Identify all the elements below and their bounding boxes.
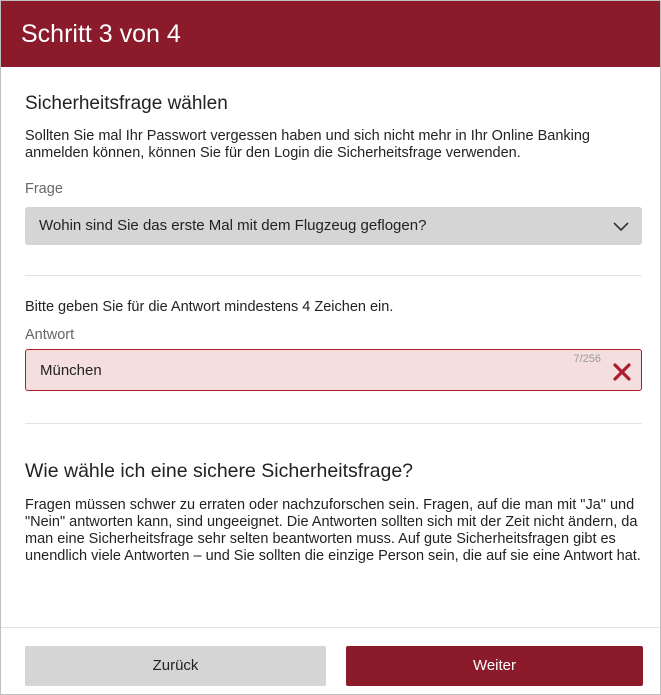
- step-header: Schritt 3 von 4: [1, 1, 660, 67]
- back-button[interactable]: Zurück: [25, 646, 326, 686]
- section-title: Sicherheitsfrage wählen: [25, 93, 228, 114]
- divider: [25, 423, 642, 424]
- answer-field: 7/256: [25, 349, 642, 391]
- help-text: Fragen müssen schwer zu erraten oder nac…: [25, 497, 641, 564]
- intro-text: Sollten Sie mal Ihr Passwort vergessen h…: [25, 128, 590, 161]
- answer-input[interactable]: [40, 350, 520, 390]
- footer-actions: Zurück Weiter: [1, 627, 660, 695]
- chevron-down-icon: [613, 222, 629, 232]
- answer-label: Antwort: [25, 327, 75, 343]
- answer-hint: Bitte geben Sie für die Antwort mindeste…: [25, 299, 394, 315]
- step-title: Schritt 3 von 4: [21, 20, 181, 48]
- divider: [25, 275, 642, 276]
- question-selected-value: Wohin sind Sie das erste Mal mit dem Flu…: [39, 217, 427, 234]
- character-counter: 7/256: [573, 353, 601, 365]
- step-dialog: Schritt 3 von 4 Sicherheitsfrage wählen …: [0, 0, 661, 695]
- question-label: Frage: [25, 181, 63, 197]
- next-button[interactable]: Weiter: [346, 646, 643, 686]
- form-content: Sicherheitsfrage wählen Sollten Sie mal …: [1, 93, 660, 565]
- question-select[interactable]: Wohin sind Sie das erste Mal mit dem Flu…: [25, 207, 642, 245]
- close-icon[interactable]: [612, 362, 632, 382]
- help-title: Wie wähle ich eine sichere Sicherheitsfr…: [25, 460, 414, 482]
